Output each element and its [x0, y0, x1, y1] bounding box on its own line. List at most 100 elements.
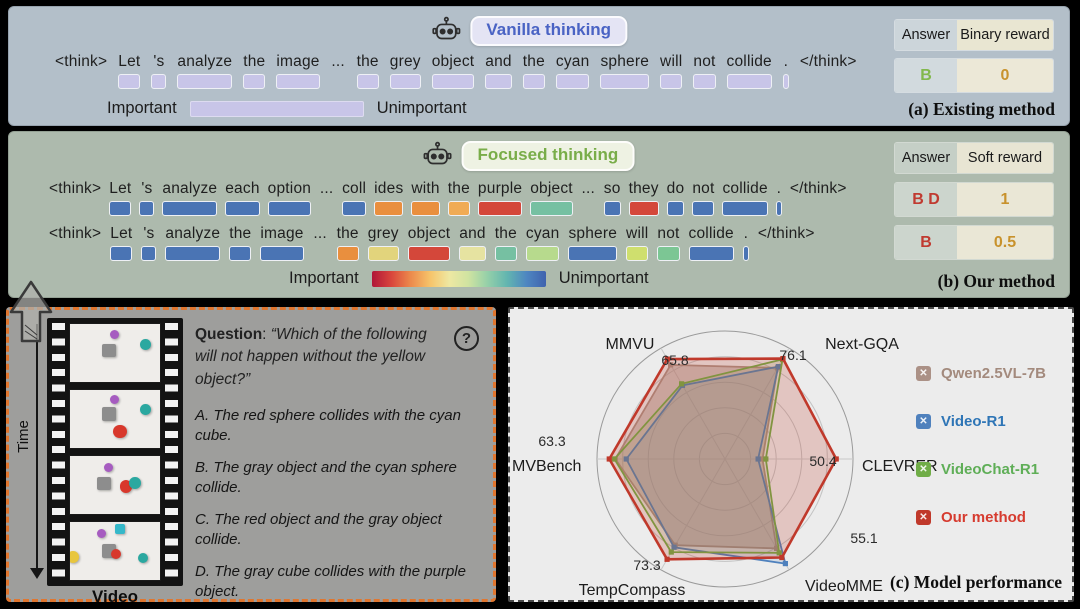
token-word: each [225, 180, 259, 198]
answer-header: Answer [895, 143, 957, 173]
token-word: <think> [49, 180, 101, 198]
token-importance-box [485, 74, 511, 89]
token-importance-box [139, 201, 154, 216]
vanilla-thinking-badge: Vanilla thinking [470, 16, 627, 46]
legend-swatch-icon: ✕ [916, 510, 931, 525]
scene-cube [115, 524, 125, 534]
time-axis-line [36, 324, 38, 572]
token-word: object [408, 225, 451, 243]
token-word: grey [390, 53, 421, 71]
token-word: grey [368, 225, 399, 243]
soft-reward-table: AnswerSoft rewardB D1B0.5 [895, 143, 1053, 259]
importance-bar-uniform [190, 101, 364, 117]
token-importance-box [165, 246, 220, 261]
token: collide [727, 53, 772, 89]
token-importance-box [743, 246, 749, 261]
radar-value-label: 50.4 [809, 453, 836, 469]
token-word: analyze [165, 225, 220, 243]
token: coll [342, 180, 366, 216]
token: cyan [556, 53, 590, 89]
time-axis-arrowhead [30, 568, 44, 579]
token: and [485, 53, 511, 89]
method-header-focused: Focused thinking [423, 141, 635, 171]
scene-cube [97, 477, 111, 491]
token: not [692, 180, 714, 216]
radar-axis-label: MMVU [606, 336, 655, 353]
token: will [660, 53, 682, 89]
token-word: with [411, 180, 439, 198]
token-importance-box [783, 74, 789, 89]
video-frame [69, 389, 161, 449]
token: collide [689, 225, 734, 261]
unimportant-label: Unimportant [377, 99, 467, 118]
token-word: do [667, 180, 685, 198]
radar-marker [607, 456, 612, 461]
token-importance-box [530, 201, 573, 216]
radar-axis-label: MVBench [512, 458, 581, 475]
token-importance-box [276, 74, 319, 89]
answer-option: C. The red object and the gray object co… [195, 510, 481, 549]
token-word: Let [109, 180, 131, 198]
legend-swatch-icon: ✕ [916, 414, 931, 429]
reward-table-row: B D1 [895, 183, 1053, 216]
answer-value: B [895, 226, 957, 259]
legend-swatch-icon: ✕ [916, 462, 931, 477]
token-word: not [657, 225, 679, 243]
answer-option: A. The red sphere collides with the cyan… [195, 406, 481, 445]
token-importance-box [568, 246, 617, 261]
answer-value: B [895, 59, 957, 92]
token-word: Let [118, 53, 140, 71]
caption-a: (a) Existing method [908, 99, 1055, 120]
token-word: <think> [55, 53, 107, 71]
video-label: Video [47, 587, 183, 607]
token-word: not [693, 53, 715, 71]
token-word: coll [342, 180, 366, 198]
token-word: 's [143, 225, 154, 243]
token: grey [368, 225, 399, 261]
token-word: </think> [800, 53, 857, 71]
scene-sphere [140, 404, 151, 415]
token-importance-box [374, 201, 403, 216]
token-word: purple [478, 180, 522, 198]
token: the [523, 53, 545, 89]
token: will [626, 225, 648, 261]
token-word: and [485, 53, 511, 71]
reward-value: 0.5 [957, 226, 1053, 259]
token: object [530, 180, 573, 216]
panel-our-method: Focused thinking <think>Let'sanalyzeeach… [8, 131, 1070, 298]
question-block: Question: “Which of the following will n… [195, 324, 481, 601]
token: 's [141, 225, 156, 261]
token-importance-box [151, 74, 166, 89]
token: 's [139, 180, 154, 216]
reward-header: Binary reward [957, 20, 1053, 50]
token-word: . [744, 225, 749, 243]
token-word: the [495, 225, 517, 243]
token: . [743, 225, 749, 261]
token-word: sphere [600, 53, 649, 71]
token-importance-box [722, 201, 767, 216]
token-word: will [626, 225, 648, 243]
token-importance-box [689, 246, 734, 261]
token-word: . [784, 53, 789, 71]
answer-value: B D [895, 183, 957, 216]
radar-value-label: 55.1 [850, 530, 877, 546]
token: object [408, 225, 451, 261]
token-importance-box [357, 74, 379, 89]
token-importance-box [411, 201, 439, 216]
token-importance-box [448, 201, 470, 216]
token-row-focused-2: <think>Let'sanalyzetheimage...thegreyobj… [49, 225, 815, 261]
scene-sphere [140, 339, 151, 350]
important-label: Important [107, 99, 177, 118]
token-word: so [604, 180, 621, 198]
token-importance-box [225, 201, 259, 216]
scene-sphere [138, 553, 148, 563]
token: analyze [162, 180, 217, 216]
token-importance-box [776, 201, 782, 216]
token: image [276, 53, 319, 89]
token: </think> [758, 225, 815, 261]
token-word: ... [313, 225, 327, 243]
radar-axis-label: Next-GQA [825, 336, 899, 353]
token: Let [110, 225, 132, 261]
token-word: cyan [526, 225, 560, 243]
token-importance-box [408, 246, 451, 261]
